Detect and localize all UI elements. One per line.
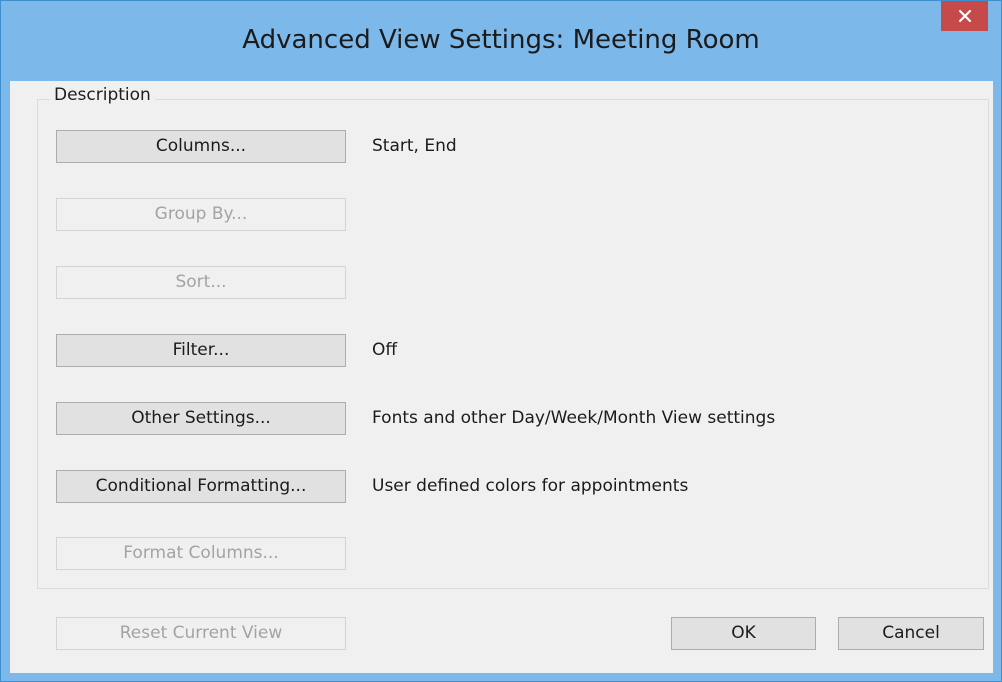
reset-current-view-button[interactable]: Reset Current View — [56, 617, 346, 650]
ok-button[interactable]: OK — [671, 617, 816, 650]
title-bar[interactable]: Advanced View Settings: Meeting Room — [1, 1, 1001, 81]
filter-description: Off — [372, 340, 398, 360]
group-by-button[interactable]: Group By... — [56, 198, 346, 231]
columns-button[interactable]: Columns... — [56, 130, 346, 163]
close-icon — [958, 9, 971, 23]
description-legend: Description — [50, 85, 155, 105]
window-title: Advanced View Settings: Meeting Room — [242, 25, 760, 55]
format-columns-button[interactable]: Format Columns... — [56, 537, 346, 570]
conditional-formatting-description: User defined colors for appointments — [372, 476, 689, 496]
dialog-window: Advanced View Settings: Meeting Room Des… — [0, 0, 1002, 682]
close-button[interactable] — [941, 1, 988, 31]
dialog-body: Description Columns... Start, End Group … — [10, 81, 993, 673]
other-settings-button[interactable]: Other Settings... — [56, 402, 346, 435]
conditional-formatting-button[interactable]: Conditional Formatting... — [56, 470, 346, 503]
other-settings-description: Fonts and other Day/Week/Month View sett… — [372, 408, 776, 428]
sort-button[interactable]: Sort... — [56, 266, 346, 299]
columns-description: Start, End — [372, 136, 457, 156]
cancel-button[interactable]: Cancel — [838, 617, 984, 650]
filter-button[interactable]: Filter... — [56, 334, 346, 367]
